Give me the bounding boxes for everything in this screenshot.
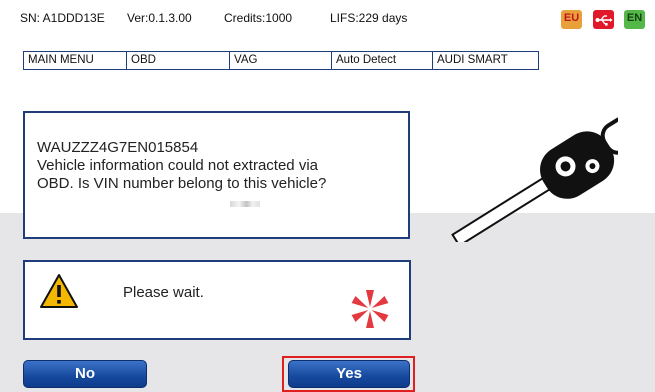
no-button[interactable]: No [23,360,147,388]
loading-spinner-icon [351,290,389,328]
breadcrumb-auto-detect[interactable]: Auto Detect [331,51,433,70]
vin-number: WAUZZZ4G7EN015854 [37,139,199,156]
credits-label: Credits:1000 [224,11,293,25]
message-line-1: Vehicle information could not extracted … [37,157,318,174]
warning-triangle-icon [40,274,78,308]
wait-dialog: Please wait. [23,260,411,340]
vin-message-dialog: WAUZZZ4G7EN015854 Vehicle information co… [23,111,410,239]
message-line-2: OBD. Is VIN number belong to this vehicl… [37,175,327,192]
status-bar: SN: A1DDD13E Ver:0.1.3.00 Credits:1000 L… [0,0,655,36]
usb-icon[interactable] [593,10,614,29]
yes-button-highlight [282,356,415,392]
breadcrumb-obd[interactable]: OBD [126,51,230,70]
en-label: EN [626,12,643,24]
lifs-label: LIFS:229 days [330,11,408,25]
breadcrumb-main-menu[interactable]: MAIN MENU [23,51,127,70]
language-en-button[interactable]: EN [624,10,645,29]
wait-text: Please wait. [123,284,204,301]
car-key-icon [451,116,618,242]
render-artifact [230,201,260,207]
screen: SN: A1DDD13E Ver:0.1.3.00 Credits:1000 L… [0,0,655,392]
breadcrumb-vag[interactable]: VAG [229,51,333,70]
eu-label: EU [563,12,580,24]
serial-number: SN: A1DDD13E [20,11,105,25]
breadcrumb-audi-smart[interactable]: AUDI SMART [432,51,539,70]
eu-region-button[interactable]: EU [561,10,582,29]
version-label: Ver:0.1.3.00 [127,11,192,25]
